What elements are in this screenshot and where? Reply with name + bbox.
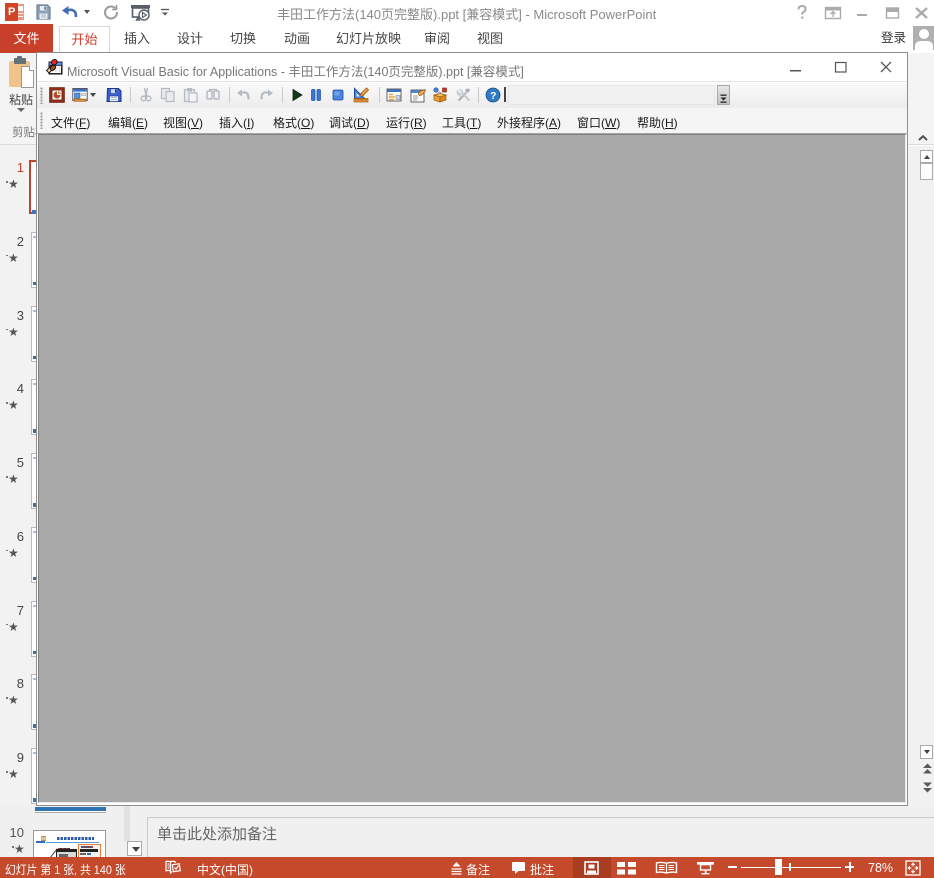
svg-text:?: ? [490, 90, 496, 102]
